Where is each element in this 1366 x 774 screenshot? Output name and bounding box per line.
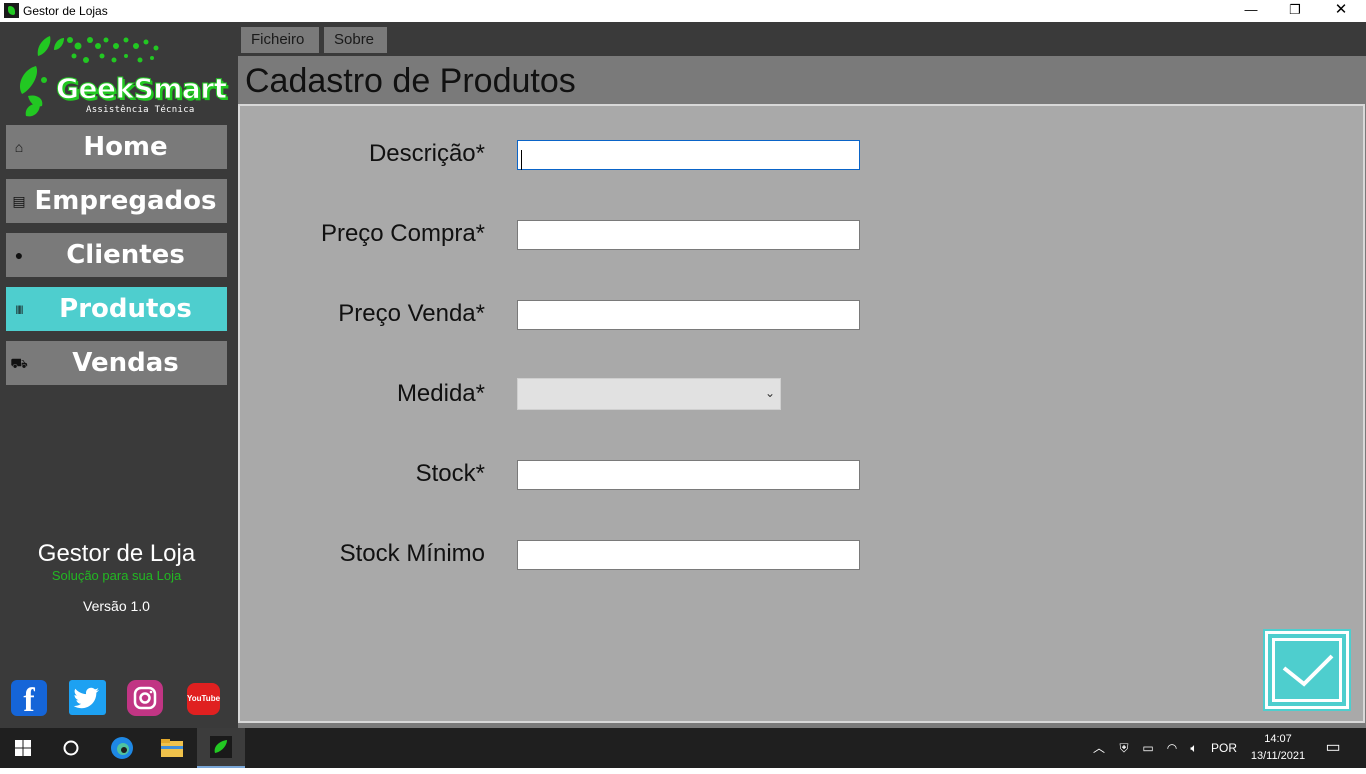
sidebar-item-label: Home [83,132,168,162]
app-name: Gestor de Loja [37,540,196,567]
page-title: Cadastro de Produtos [245,62,576,100]
wifi-icon[interactable]: ◠ [1162,728,1182,768]
facebook-icon[interactable]: f [11,680,47,719]
clock-date: 13/11/2021 [1250,750,1306,762]
maximize-button[interactable]: ❐ [1272,0,1318,22]
logo-subtitle: Assistência Técnica [86,105,195,115]
minimize-button[interactable]: — [1228,0,1274,22]
product-form: Descrição* Preço Compra* Preço Venda* Me… [238,104,1365,723]
file-explorer-icon[interactable] [149,728,195,768]
sidebar-item-produtos[interactable]: ||||| Produtos [6,287,227,331]
search-icon[interactable] [48,728,94,768]
preco-venda-label: Preço Venda* [338,300,485,327]
windows-logo-icon [15,740,31,756]
sidebar-item-vendas[interactable]: ⛟ Vendas [6,341,227,385]
sidebar-item-label: Produtos [59,294,192,324]
notifications-icon[interactable]: ▭ [1320,728,1346,768]
preco-compra-input[interactable] [517,220,860,250]
clock-time: 14:07 [1264,733,1292,745]
taskbar: ︿ ⛨ ▭ ◠ 🔈︎ POR 14:07 13/11/2021 ▭ [0,728,1366,768]
cortana-circle-icon [63,740,79,756]
instagram-icon[interactable] [127,680,163,716]
sidebar: GeekSmart Assistência Técnica ⌂ Home ▤ E… [0,22,233,728]
text-caret [521,150,522,170]
window-titlebar: Gestor de Lojas — ❐ ✕ [0,0,1366,22]
app-version: Versão 1.0 [83,598,150,614]
sidebar-item-label: Empregados [34,186,217,216]
preco-venda-input[interactable] [517,300,860,330]
medida-label: Medida* [396,380,485,407]
geeksmart-app-icon [210,736,232,758]
medida-select[interactable]: ⌄ [517,378,781,410]
sidebar-item-empregados[interactable]: ▤ Empregados [6,179,227,223]
edge-browser-icon[interactable] [99,728,145,768]
sidebar-item-label: Vendas [72,348,179,378]
instagram-camera-icon [133,686,157,710]
app-icon [4,3,19,18]
checkmark-icon [1282,654,1334,687]
menu-ficheiro[interactable]: Ficheiro [241,27,319,53]
save-button[interactable] [1265,631,1349,709]
stock-input[interactable] [517,460,860,490]
descricao-input[interactable] [517,140,860,170]
stock-minimo-input[interactable] [517,540,860,570]
tray-chevron-up-icon[interactable]: ︿ [1090,728,1108,768]
main-area: Ficheiro Sobre Cadastro de Produtos Desc… [233,22,1366,728]
volume-muted-icon[interactable]: 🔈︎ [1184,728,1204,768]
app-tagline: Solução para sua Loja [51,568,182,583]
stock-label: Stock* [415,460,485,487]
stock-minimo-label: Stock Mínimo [339,540,485,567]
sidebar-item-home[interactable]: ⌂ Home [6,125,227,169]
taskbar-clock[interactable]: 14:07 13/11/2021 [1246,731,1310,765]
descricao-label: Descrição* [368,140,485,167]
taskbar-app-gestor[interactable] [197,728,245,768]
content-header: Cadastro de Produtos Descrição* Preço Co… [238,56,1366,728]
battery-icon[interactable]: ▭ [1138,728,1158,768]
folder-icon [161,739,183,757]
youtube-icon[interactable]: YouTube [187,683,220,715]
close-button[interactable]: ✕ [1318,0,1364,22]
chevron-down-icon: ⌄ [764,386,775,400]
twitter-icon[interactable] [69,680,106,715]
menu-sobre[interactable]: Sobre [324,27,387,53]
sidebar-item-label: Clientes [66,240,185,270]
edge-logo-icon [111,737,133,759]
language-indicator[interactable]: POR [1208,728,1240,768]
window-title: Gestor de Lojas [23,4,108,18]
start-button[interactable] [0,728,46,768]
brand-logo: GeekSmart Assistência Técnica [14,34,228,126]
preco-compra-label: Preço Compra* [320,220,485,247]
sidebar-item-clientes[interactable]: ● Clientes [6,233,227,277]
twitter-bird-icon [73,687,99,709]
defender-shield-icon[interactable]: ⛨ [1114,728,1134,768]
logo-wordmark: GeekSmart [56,72,228,106]
menubar: Ficheiro Sobre [233,22,1366,56]
